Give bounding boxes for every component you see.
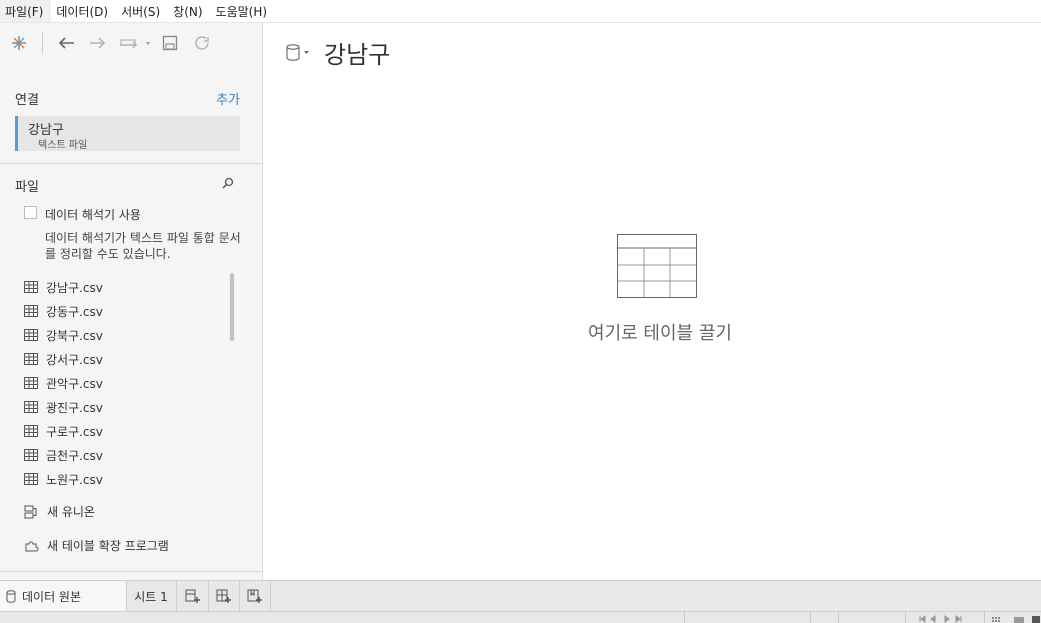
drop-hint: 여기로 테이블 끌기 [588,323,732,344]
status-divider [838,612,839,623]
file-name: 금천구.csv [46,448,103,463]
tableau-logo-icon[interactable] [7,31,31,55]
sheet-tab-bar: 데이터 원본 시트 1 [0,580,1041,611]
table-icon [24,473,38,485]
files-title: 파일 [15,180,39,195]
new-story-icon[interactable] [239,581,271,611]
new-extension-label: 새 테이블 확장 프로그램 [47,539,169,553]
table-icon [24,305,38,317]
file-name: 강동구.csv [46,304,103,319]
file-item[interactable]: 구로구.csv [24,419,103,443]
interpreter-checkbox[interactable] [24,206,37,219]
file-name: 강남구.csv [46,280,103,295]
status-divider [810,612,811,623]
file-item[interactable]: 강남구.csv [24,275,103,299]
status-divider [984,612,985,623]
file-item[interactable]: 노원구.csv [24,467,103,491]
refresh-icon[interactable] [190,31,214,55]
union-icon [24,505,37,518]
file-name: 구로구.csv [46,424,103,439]
extension-icon [25,541,39,551]
canvas: 강남구 여기로 테이블 끌기 [263,23,1041,580]
file-list-scrollbar[interactable] [230,273,234,341]
file-name: 강북구.csv [46,328,103,343]
section-divider [0,163,262,164]
add-connection-link[interactable]: 추가 [216,89,240,108]
interpreter-label: 데이터 해석기 사용 [45,208,141,222]
toolbar [0,23,262,63]
menu-window[interactable]: 창(N) [168,0,210,22]
menu-bar: 파일(F) 데이터(D) 서버(S) 창(N) 도움말(H) [0,0,1041,23]
table-icon [24,281,38,293]
connection-type: 텍스트 파일 [38,140,88,151]
interpreter-description: 데이터 해석기가 텍스트 파일 통합 문서를 정리할 수도 있습니다. [45,231,241,261]
file-name: 광진구.csv [46,400,103,415]
table-icon [24,353,38,365]
connection-item[interactable]: 강남구 텍스트 파일 [15,116,240,151]
new-dashboard-icon[interactable] [208,581,240,611]
datasource-icon[interactable] [285,43,311,66]
file-list: 강남구.csv 강동구.csv 강북구.csv 강서구.csv 관악구.csv … [24,275,103,491]
menu-data[interactable]: 데이터(D) [51,0,116,22]
file-item[interactable]: 강북구.csv [24,323,103,347]
table-icon [24,425,38,437]
table-icon [24,329,38,341]
table-icon [24,401,38,413]
file-item[interactable]: 광진구.csv [24,395,103,419]
pause-updates-icon[interactable] [118,31,152,55]
datasource-title[interactable]: 강남구 [324,35,390,70]
datasource-icon [6,589,16,603]
file-name: 노원구.csv [46,472,103,487]
file-name: 관악구.csv [46,376,103,391]
search-icon[interactable] [221,176,235,190]
connections-title: 연결 [15,93,39,108]
drop-table-icon [617,234,697,301]
new-union-item[interactable]: 새 유니온 [24,503,95,520]
file-name: 강서구.csv [46,352,103,367]
new-extension-item[interactable]: 새 테이블 확장 프로그램 [24,537,169,554]
new-union-label: 새 유니온 [47,505,95,519]
pane-bottom-divider [0,571,262,572]
status-divider [684,612,685,623]
tab-data-source[interactable]: 데이터 원본 [0,581,127,611]
file-item[interactable]: 관악구.csv [24,371,103,395]
redo-icon[interactable] [86,31,110,55]
table-icon [24,377,38,389]
menu-help[interactable]: 도움말(H) [211,0,276,22]
status-bar [0,611,1041,623]
data-pane: 연결 추가 강남구 텍스트 파일 파일 데이터 해석기 사용 데이터 해석기가 … [0,23,263,580]
tab-data-source-label: 데이터 원본 [22,589,82,604]
toolbar-separator [42,32,43,54]
file-item[interactable]: 강동구.csv [24,299,103,323]
save-icon[interactable] [158,31,182,55]
menu-server[interactable]: 서버(S) [116,0,168,22]
menu-file[interactable]: 파일(F) [0,0,52,22]
file-item[interactable]: 금천구.csv [24,443,103,467]
new-worksheet-icon[interactable] [177,581,209,611]
undo-icon[interactable] [54,31,78,55]
status-divider [905,612,906,623]
file-item[interactable]: 강서구.csv [24,347,103,371]
tab-sheet-1[interactable]: 시트 1 [126,581,177,611]
table-icon [24,449,38,461]
